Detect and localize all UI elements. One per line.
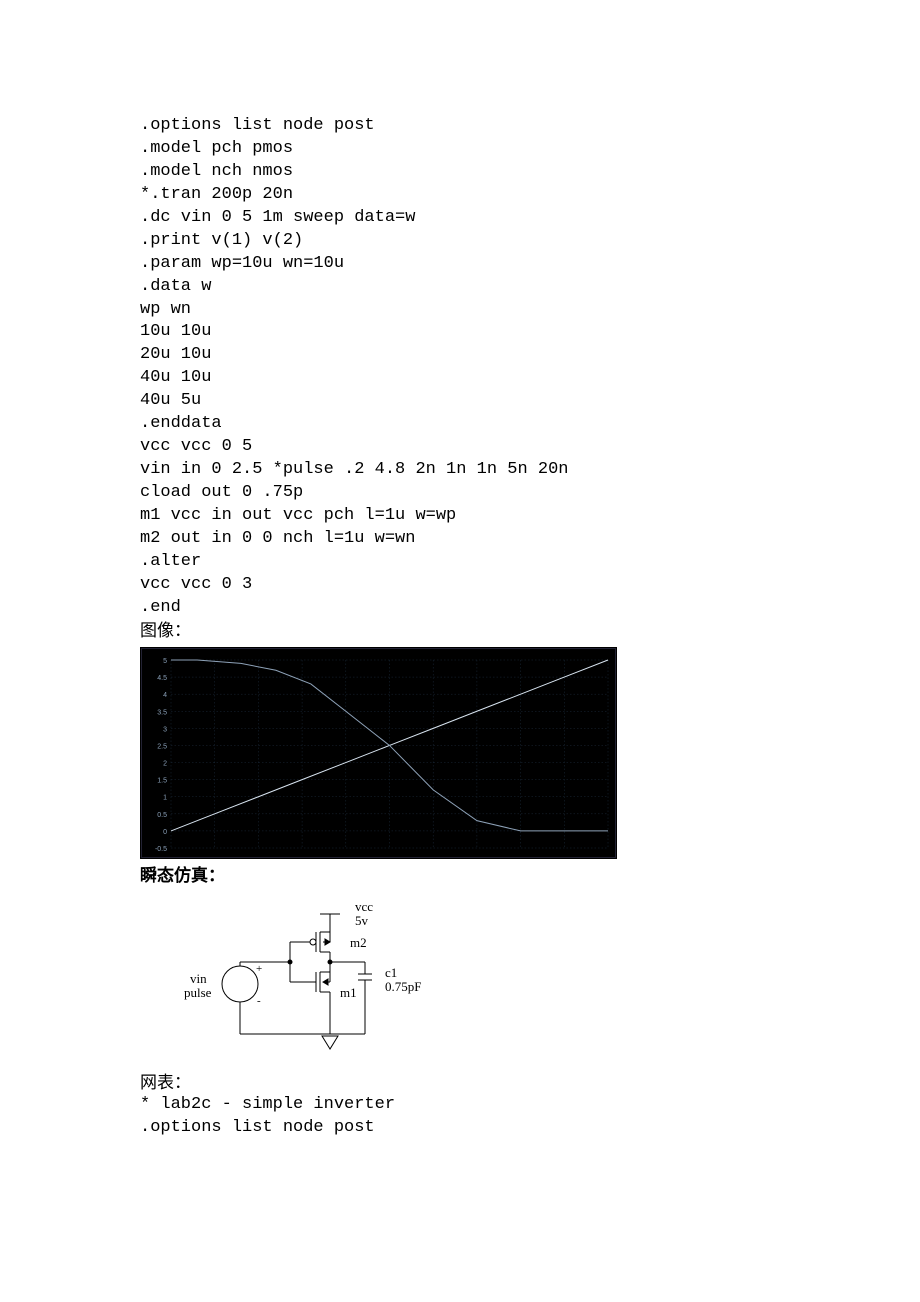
document-page: .options list node post .model pch pmos …: [0, 0, 920, 1200]
code-line: m2 out in 0 0 nch l=1u w=wn: [140, 528, 800, 551]
code-line: cload out 0 .75p: [140, 482, 800, 505]
code-line: *.tran 200p 20n: [140, 184, 800, 207]
code-line: 20u 10u: [140, 344, 800, 367]
code-line: 40u 10u: [140, 367, 800, 390]
svg-text:2: 2: [163, 760, 167, 767]
code-line: .options list node post: [140, 115, 800, 138]
svg-text:3: 3: [163, 726, 167, 733]
code-line: .options list node post: [140, 1117, 800, 1140]
code-line: m1 vcc in out vcc pch l=1u w=wp: [140, 505, 800, 528]
code-line: .model nch nmos: [140, 161, 800, 184]
code-line: .model pch pmos: [140, 138, 800, 161]
svg-text:+: +: [256, 963, 262, 975]
svg-text:-: -: [257, 995, 261, 1007]
svg-text:4.5: 4.5: [157, 675, 167, 682]
netlist-code-2: * lab2c - simple inverter .options list …: [140, 1094, 800, 1140]
code-line: .alter: [140, 551, 800, 574]
code-line: .data w: [140, 276, 800, 299]
svg-text:1: 1: [163, 794, 167, 801]
code-line: 10u 10u: [140, 321, 800, 344]
label-netlist: 网表：: [140, 1072, 800, 1095]
svg-text:3.5: 3.5: [157, 709, 167, 716]
svg-text:4: 4: [163, 692, 167, 699]
code-line: 40u 5u: [140, 390, 800, 413]
code-line: .print v(1) v(2): [140, 230, 800, 253]
code-line: .dc vin 0 5 1m sweep data=w: [140, 207, 800, 230]
code-line: vin in 0 2.5 *pulse .2 4.8 2n 1n 1n 5n 2…: [140, 459, 800, 482]
code-line: vcc vcc 0 5: [140, 436, 800, 459]
svg-text:5: 5: [163, 658, 167, 665]
svg-text:1.5: 1.5: [157, 777, 167, 784]
code-line: wp wn: [140, 299, 800, 322]
code-line: .enddata: [140, 413, 800, 436]
svg-text:0: 0: [163, 828, 167, 835]
chart-svg: -0.5 0 0.5 1 1.5 2 2.5 3 3.5 4 4.5 5: [140, 647, 617, 859]
chart: -0.5 0 0.5 1 1.5 2 2.5 3 3.5 4 4.5 5: [140, 647, 800, 859]
code-line: * lab2c - simple inverter: [140, 1094, 800, 1117]
svg-text:0.5: 0.5: [157, 811, 167, 818]
circuit-label-vccval: 5v: [355, 912, 368, 930]
label-transient: 瞬态仿真：: [140, 865, 800, 888]
code-line: vcc vcc 0 3: [140, 574, 800, 597]
netlist-code-1: .options list node post .model pch pmos …: [140, 115, 800, 620]
circuit-label-pulse: pulse: [184, 984, 211, 1002]
code-line: .param wp=10u wn=10u: [140, 253, 800, 276]
svg-text:-0.5: -0.5: [155, 846, 167, 853]
circuit-label-m1: m1: [340, 984, 357, 1002]
label-image: 图像：: [140, 620, 800, 643]
svg-text:2.5: 2.5: [157, 743, 167, 750]
code-line: .end: [140, 597, 800, 620]
circuit-label-c1val: 0.75pF: [385, 978, 421, 996]
circuit-schematic: + - vcc 5v m2 m1 c1 0.75pF vin pulse: [140, 894, 460, 1064]
circuit-label-m2: m2: [350, 934, 367, 952]
